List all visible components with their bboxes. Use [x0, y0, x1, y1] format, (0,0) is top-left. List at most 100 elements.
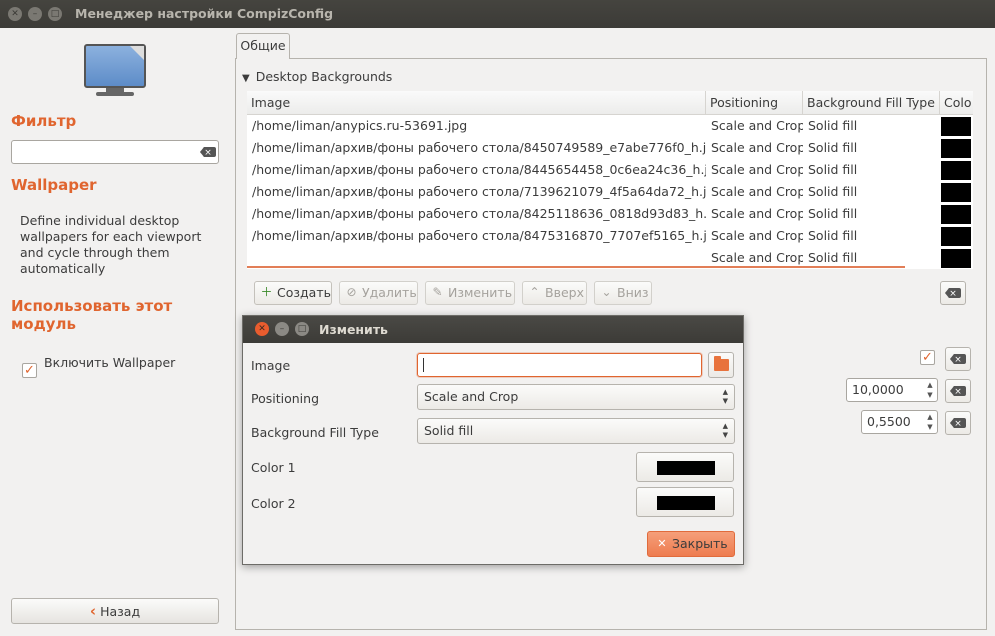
positioning-label: Positioning [251, 391, 319, 406]
move-up-button[interactable]: ⌃ Вверх [522, 281, 587, 305]
delete-button-label: Удалить [362, 285, 417, 300]
browse-file-button[interactable] [708, 352, 734, 378]
color1-button[interactable] [636, 452, 734, 482]
cell-color-swatch [941, 227, 971, 246]
edit-dialog: ✕ – □ Изменить Image Positioning Scale a… [242, 315, 744, 565]
spinner-value: 0,5500 [867, 414, 911, 429]
cell-positioning: Scale and Crop [711, 140, 803, 155]
reset-list-button[interactable]: × [940, 281, 966, 305]
delete-icon: ⊘ [346, 285, 357, 299]
plugin-description: Define individual desktop wallpapers for… [20, 213, 202, 276]
cell-image: /home/liman/архив/фоны рабочего стола/71… [252, 184, 706, 199]
combo-arrows-icon: ▲ ▼ [722, 388, 728, 405]
arrow-down-icon: ⌄ [601, 285, 612, 299]
reset-icon: × [945, 288, 961, 298]
dialog-title: Изменить [319, 322, 388, 337]
cell-fill-type: Solid fill [808, 228, 858, 243]
table-row[interactable]: /home/liman/архив/фоны рабочего стола/71… [247, 181, 973, 203]
cell-color-swatch [941, 161, 971, 180]
dialog-maximize-icon[interactable]: □ [295, 322, 309, 336]
chevron-left-icon: ‹ [89, 602, 97, 620]
cell-fill-type: Solid fill [808, 118, 858, 133]
drop-indicator-line [247, 266, 905, 268]
fade-duration-spinner[interactable]: 0,5500 ▲ ▼ [861, 410, 938, 434]
image-path-input[interactable] [417, 353, 702, 377]
enable-plugin-checkbox[interactable]: ✓ [22, 363, 37, 378]
spinner-value: 10,0000 [852, 382, 904, 397]
color2-button[interactable] [636, 487, 734, 517]
positioning-select-value: Scale and Crop [424, 389, 519, 404]
move-up-button-label: Вверх [545, 285, 584, 300]
fill-type-label: Background Fill Type [251, 425, 379, 440]
section-title: Desktop Backgrounds [255, 69, 393, 84]
window-minimize-button[interactable]: – [28, 7, 42, 21]
use-plugin-heading: Использовать этот модуль [11, 297, 173, 333]
cell-image: /home/liman/архив/фоны рабочего стола/84… [252, 162, 706, 177]
fill-type-select[interactable]: Solid fill ▲ ▼ [417, 418, 735, 444]
dialog-close-button[interactable]: ✕ Закрыть [647, 531, 735, 557]
dialog-minimize-icon[interactable]: – [275, 322, 289, 336]
cell-color-swatch [941, 183, 971, 202]
table-row[interactable]: /home/liman/архив/фоны рабочего стола/84… [247, 137, 973, 159]
plugin-monitor-icon [84, 44, 146, 98]
cell-color-swatch [941, 249, 971, 268]
combo-arrows-icon: ▲ ▼ [722, 422, 728, 439]
color1-label: Color 1 [251, 460, 296, 475]
positioning-select[interactable]: Scale and Crop ▲ ▼ [417, 384, 735, 410]
window-close-button[interactable]: ✕ [8, 7, 22, 21]
cell-image: /home/liman/anypics.ru-53691.jpg [252, 118, 468, 133]
reset-icon: × [950, 418, 966, 428]
cell-image: /home/liman/архив/фоны рабочего стола/84… [252, 206, 706, 221]
cell-fill-type: Solid fill [808, 206, 858, 221]
option-checkbox[interactable]: ✓ [920, 350, 935, 365]
dialog-titlebar: ✕ – □ Изменить [243, 316, 743, 343]
cell-image: /home/liman/архив/фоны рабочего стола/84… [252, 228, 706, 243]
move-down-button[interactable]: ⌄ Вниз [594, 281, 652, 305]
cell-positioning: Scale and Crop [711, 206, 803, 221]
expander-triangle-icon: ▼ [242, 73, 250, 84]
move-down-button-label: Вниз [617, 285, 649, 300]
folder-icon [714, 356, 729, 371]
cycle-timeout-spinner[interactable]: 10,0000 ▲ ▼ [846, 378, 938, 402]
cell-positioning: Scale and Crop [711, 162, 803, 177]
reset-spinner-1-button[interactable]: × [945, 379, 971, 403]
table-row[interactable]: /home/liman/архив/фоны рабочего стола/84… [247, 225, 973, 247]
edit-button[interactable]: ✎ Изменить [425, 281, 515, 305]
window-maximize-button[interactable]: □ [48, 7, 62, 21]
table-row[interactable]: /home/liman/архив/фоны рабочего стола/84… [247, 159, 973, 181]
pencil-icon: ✎ [432, 285, 443, 299]
cell-positioning: Scale and Crop [711, 184, 803, 199]
cell-positioning: Scale and Crop [711, 228, 803, 243]
reset-checkbox-button[interactable]: × [945, 347, 971, 371]
table-header: Image Positioning Background Fill Type C… [247, 91, 973, 115]
back-button-label: Назад [100, 604, 141, 619]
column-header-image[interactable]: Image [247, 91, 706, 115]
create-button[interactable]: ＋ Создать [254, 281, 332, 305]
window-title: Менеджер настройки CompizConfig [75, 6, 334, 21]
table-row[interactable]: /home/liman/anypics.ru-53691.jpg Scale an… [247, 115, 973, 137]
cell-color-swatch [941, 117, 971, 136]
delete-button[interactable]: ⊘ Удалить [339, 281, 418, 305]
spinner-arrows-icon[interactable]: ▲ ▼ [925, 380, 935, 400]
color2-label: Color 2 [251, 496, 296, 511]
create-button-label: Создать [277, 285, 331, 300]
image-label: Image [251, 358, 291, 373]
filter-input[interactable]: × [11, 140, 219, 164]
dialog-close-icon[interactable]: ✕ [255, 322, 269, 336]
column-header-fill-type[interactable]: Background Fill Type [803, 91, 940, 115]
clear-filter-icon[interactable]: × [200, 147, 216, 157]
close-icon: ✕ [657, 537, 667, 550]
reset-icon: × [950, 386, 966, 396]
reset-icon: × [950, 354, 966, 364]
reset-spinner-2-button[interactable]: × [945, 411, 971, 435]
spinner-arrows-icon[interactable]: ▲ ▼ [925, 412, 935, 432]
color1-swatch [657, 461, 715, 475]
edit-button-label: Изменить [448, 285, 513, 300]
column-header-color[interactable]: Colo [940, 91, 973, 115]
column-header-positioning[interactable]: Positioning [706, 91, 803, 115]
desktop-backgrounds-expander[interactable]: ▼ Desktop Backgrounds [242, 69, 392, 84]
tab-general[interactable]: Общие [236, 33, 290, 59]
sidebar: Фильтр × Wallpaper Define individual des… [0, 28, 232, 636]
table-row[interactable]: /home/liman/архив/фоны рабочего стола/84… [247, 203, 973, 225]
back-button[interactable]: ‹ Назад [11, 598, 219, 624]
